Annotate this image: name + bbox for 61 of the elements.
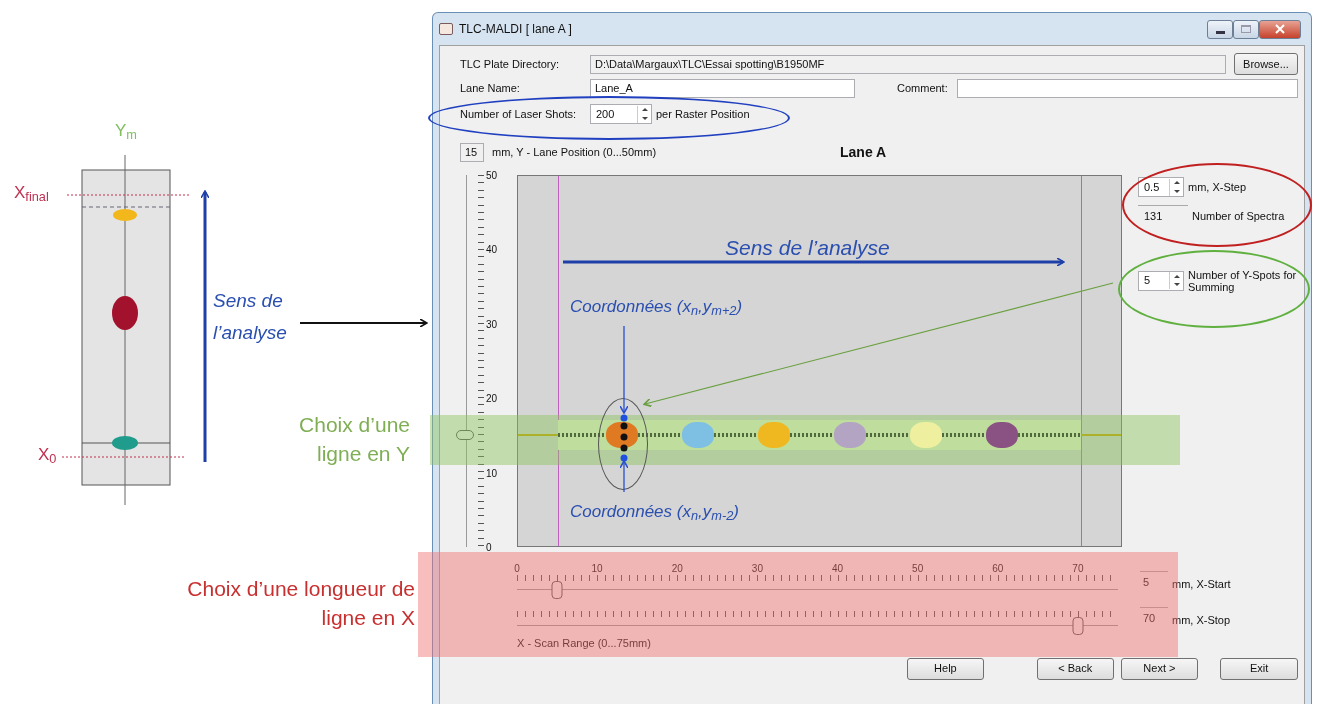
field-label: Number of Laser Shots: (460, 106, 578, 122)
range-slider-thumb[interactable] (551, 581, 563, 599)
axis-label: Y$_{m}$ (115, 120, 137, 144)
field-label: Comment: (897, 81, 949, 97)
plot-title: Lane A (840, 142, 887, 162)
value-field: 70 (1140, 607, 1168, 629)
field-label: mm, X-Start (1172, 576, 1231, 592)
lane-position-slider-thumb[interactable] (456, 430, 474, 441)
field-label: mm, X-Step (1188, 179, 1247, 195)
axis-tick-label: 10 (486, 466, 498, 481)
y-line-label: Choix d’une ligne en Y (298, 412, 410, 467)
browse-button[interactable]: Browse... (1234, 53, 1298, 75)
value-field: 5 (1140, 571, 1168, 593)
field-label: mm, X-Stop (1172, 612, 1231, 628)
range-slider-thumb[interactable] (1072, 617, 1084, 635)
window-title: TLC-MALDI [ lane A ] (459, 21, 572, 38)
axis-tick-label: 50 (486, 168, 498, 183)
axis-tick-label: 60 (992, 562, 1004, 576)
axis-tick-label: 10 (591, 562, 603, 576)
coordinates-label: Coordonnées (x$_{n}$,y$_{m-2}$) (570, 501, 739, 525)
close-icon[interactable] (1275, 24, 1285, 34)
axis-tick-label: 70 (1072, 562, 1084, 576)
dialog-button[interactable]: Help (907, 657, 984, 680)
marker-label: X$_{final}$ (14, 182, 49, 206)
field-label: Number of Spectra (1192, 208, 1285, 224)
field-label: Lane Name: (460, 81, 521, 97)
field-label: mm, Y - Lane Position (0...50mm) (492, 144, 658, 160)
raster-points-drawing (620, 414, 628, 462)
dialog-button[interactable]: Exit (1220, 657, 1298, 680)
lane-position-field[interactable]: 15 (460, 142, 484, 162)
maximize-button[interactable] (1233, 19, 1259, 39)
number-spinner[interactable]: 0.5 (1138, 177, 1184, 197)
axis-tick-label: 30 (751, 562, 763, 576)
lane-name-field[interactable]: Lane_A (590, 79, 855, 98)
scan-range-label: X - Scan Range (0...75mm) (517, 636, 652, 651)
axis-tick-label: 0 (486, 540, 492, 555)
axis-tick-label: 40 (486, 242, 498, 257)
coordinates-label: Coordonnées (x$_{n}$,y$_{m+2}$) (570, 296, 743, 320)
close-button[interactable] (1259, 19, 1301, 39)
comment-field[interactable] (957, 79, 1298, 98)
spectra-count: 131 (1138, 205, 1188, 227)
unit-label: per Raster Position (656, 106, 750, 122)
minimize-button[interactable] (1207, 19, 1233, 39)
field-label: TLC Plate Directory: (460, 56, 561, 72)
number-spinner[interactable]: 200 (590, 104, 652, 124)
x-length-label: Choix d’une longueur de ligne en X (186, 576, 415, 631)
number-spinner[interactable]: 5 (1138, 270, 1184, 291)
axis-tick-label: 50 (912, 562, 924, 576)
field-label: Number of Y-Spots for Summing (1188, 268, 1298, 293)
axis-tick-label: 20 (486, 391, 498, 406)
direction-label: Sens de l’analyse (725, 235, 890, 261)
dialog-button[interactable]: Next > (1120, 657, 1199, 680)
marker-label: X$_{0}$ (38, 444, 57, 468)
leader-line (619, 460, 629, 493)
app-icon (439, 23, 453, 35)
axis-tick-label: 0 (514, 562, 520, 576)
dialog-button[interactable]: < Back (1036, 657, 1114, 680)
axis-tick-label: 40 (831, 562, 844, 576)
directory-field[interactable]: D:\Data\Margaux\TLC\Essai spotting\B1950MF (590, 54, 1226, 74)
axis-tick-label: 30 (486, 317, 498, 332)
axis-tick-label: 20 (671, 562, 683, 576)
